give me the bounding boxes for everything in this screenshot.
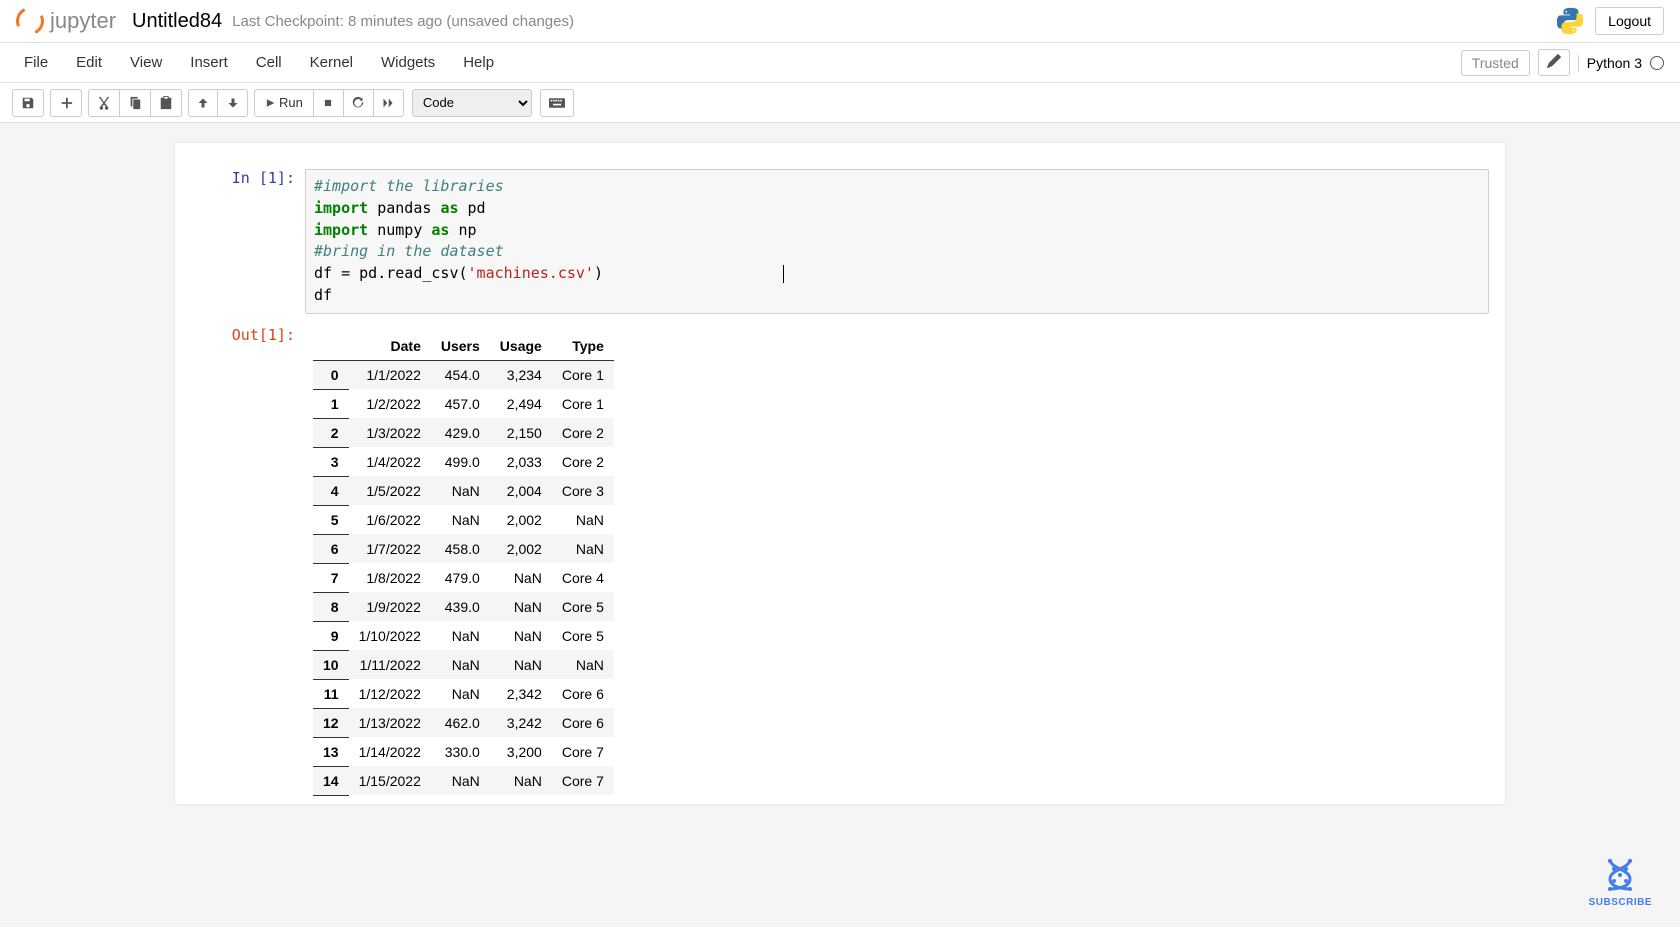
logout-button[interactable]: Logout	[1595, 7, 1664, 35]
kernel-name[interactable]: Python 3	[1578, 55, 1642, 71]
edit-mode-icon[interactable]	[1538, 49, 1570, 76]
python-logo-icon	[1555, 6, 1585, 36]
restart-run-all-button[interactable]	[374, 89, 404, 117]
code-cell[interactable]: In [1]: #import the librariesimport pand…	[175, 163, 1505, 320]
output-cell: Out[1]: DateUsersUsageType 01/1/2022454.…	[175, 320, 1505, 804]
dna-icon	[1600, 855, 1640, 895]
table-row: 111/12/2022NaN2,342Core 6	[313, 679, 614, 708]
table-row: 41/5/2022NaN2,004Core 3	[313, 476, 614, 505]
dataframe-table: DateUsersUsageType 01/1/2022454.03,234Co…	[313, 332, 614, 796]
menu-widgets[interactable]: Widgets	[367, 46, 449, 79]
move-up-button[interactable]	[188, 89, 218, 117]
output-prompt: Out[1]:	[185, 326, 305, 798]
menu-file[interactable]: File	[16, 46, 62, 79]
input-prompt: In [1]:	[185, 169, 305, 314]
notebook-header: jupyter Untitled84 Last Checkpoint: 8 mi…	[0, 0, 1680, 43]
subscribe-label: SUBSCRIBE	[1589, 897, 1652, 908]
menu-kernel[interactable]: Kernel	[296, 46, 367, 79]
run-button[interactable]: Run	[254, 89, 314, 117]
save-button[interactable]	[12, 89, 44, 117]
kernel-status-icon	[1650, 56, 1664, 70]
table-row: 71/8/2022479.0NaNCore 4	[313, 563, 614, 592]
copy-button[interactable]	[120, 89, 151, 117]
toolbar: Run Code	[0, 83, 1680, 123]
column-header: Usage	[490, 332, 552, 361]
table-row: 101/11/2022NaNNaNNaN	[313, 650, 614, 679]
restart-button[interactable]	[344, 89, 374, 117]
jupyter-logo-text: jupyter	[50, 8, 116, 34]
jupyter-logo-icon	[12, 3, 48, 39]
cut-button[interactable]	[88, 89, 120, 117]
table-row: 141/15/2022NaNNaNCore 7	[313, 766, 614, 795]
trusted-indicator[interactable]: Trusted	[1461, 50, 1530, 76]
run-button-label: Run	[279, 95, 303, 110]
column-header: Type	[552, 332, 614, 361]
table-row: 51/6/2022NaN2,002NaN	[313, 505, 614, 534]
jupyter-logo[interactable]: jupyter	[16, 7, 116, 35]
column-header: Date	[349, 332, 431, 361]
move-down-button[interactable]	[218, 89, 248, 117]
dataframe-output: DateUsersUsageType 01/1/2022454.03,234Co…	[305, 326, 1489, 798]
menu-edit[interactable]: Edit	[62, 46, 116, 79]
table-row: 121/13/2022462.03,242Core 6	[313, 708, 614, 737]
table-row: 21/3/2022429.02,150Core 2	[313, 418, 614, 447]
notebook-area[interactable]: In [1]: #import the librariesimport pand…	[0, 123, 1680, 927]
menu-cell[interactable]: Cell	[242, 46, 296, 79]
table-row: 131/14/2022330.03,200Core 7	[313, 737, 614, 766]
code-input[interactable]: #import the librariesimport pandas as pd…	[305, 169, 1489, 314]
subscribe-watermark[interactable]: SUBSCRIBE	[1589, 855, 1652, 908]
add-cell-button[interactable]	[50, 89, 82, 117]
table-row: 81/9/2022439.0NaNCore 5	[313, 592, 614, 621]
checkpoint-status: Last Checkpoint: 8 minutes ago (unsaved …	[232, 13, 574, 30]
paste-button[interactable]	[151, 89, 182, 117]
table-row: 91/10/2022NaNNaNCore 5	[313, 621, 614, 650]
interrupt-button[interactable]	[314, 89, 344, 117]
table-row: 01/1/2022454.03,234Core 1	[313, 360, 614, 389]
table-row: 31/4/2022499.02,033Core 2	[313, 447, 614, 476]
table-row: 11/2/2022457.02,494Core 1	[313, 389, 614, 418]
menubar: FileEditViewInsertCellKernelWidgetsHelp …	[0, 43, 1680, 83]
command-palette-button[interactable]	[540, 89, 574, 117]
menu-insert[interactable]: Insert	[176, 46, 242, 79]
celltype-select[interactable]: Code	[412, 89, 532, 117]
menu-help[interactable]: Help	[449, 46, 508, 79]
menu-view[interactable]: View	[116, 46, 176, 79]
table-row: 61/7/2022458.02,002NaN	[313, 534, 614, 563]
column-header	[313, 332, 349, 361]
notebook-title[interactable]: Untitled84	[132, 10, 222, 33]
column-header: Users	[431, 332, 490, 361]
